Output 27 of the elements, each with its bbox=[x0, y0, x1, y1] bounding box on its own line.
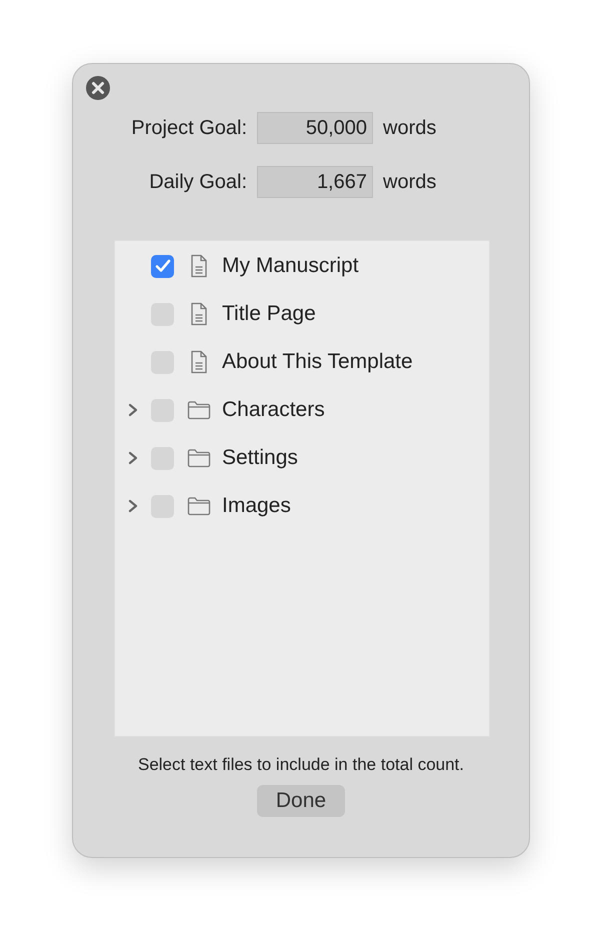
goal-label: Project Goal: bbox=[131, 116, 247, 140]
document-icon bbox=[190, 254, 208, 278]
hint-text: Select text files to include in the total count. bbox=[138, 755, 464, 775]
chevron-icon[interactable] bbox=[127, 451, 139, 465]
done-button[interactable]: Done bbox=[257, 785, 345, 817]
chevron-icon[interactable] bbox=[127, 403, 139, 417]
document-icon bbox=[190, 302, 208, 326]
checkmark-icon bbox=[154, 259, 170, 273]
item-name[interactable]: Settings bbox=[222, 446, 298, 470]
folder-icon bbox=[187, 448, 211, 468]
goal-label: Daily Goal: bbox=[149, 170, 247, 194]
goal-field[interactable]: 50,000 bbox=[257, 112, 373, 144]
item-name[interactable]: My Manuscript bbox=[222, 254, 359, 278]
item-name[interactable]: Characters bbox=[222, 398, 325, 422]
checkbox[interactable] bbox=[151, 254, 174, 278]
chevron-icon[interactable] bbox=[127, 499, 139, 513]
item-name[interactable]: Title Page bbox=[222, 302, 316, 326]
close-icon bbox=[86, 76, 110, 100]
folder-icon bbox=[187, 496, 211, 516]
folder-icon bbox=[187, 400, 211, 420]
document-icon bbox=[190, 350, 208, 374]
goal-field[interactable]: 1,667 bbox=[257, 166, 373, 198]
item-name[interactable]: About This Template bbox=[222, 350, 413, 374]
close-button[interactable] bbox=[86, 76, 110, 100]
item-name[interactable]: Images bbox=[222, 494, 291, 518]
unit-label: words bbox=[383, 116, 438, 140]
unit-label: words bbox=[383, 170, 438, 194]
